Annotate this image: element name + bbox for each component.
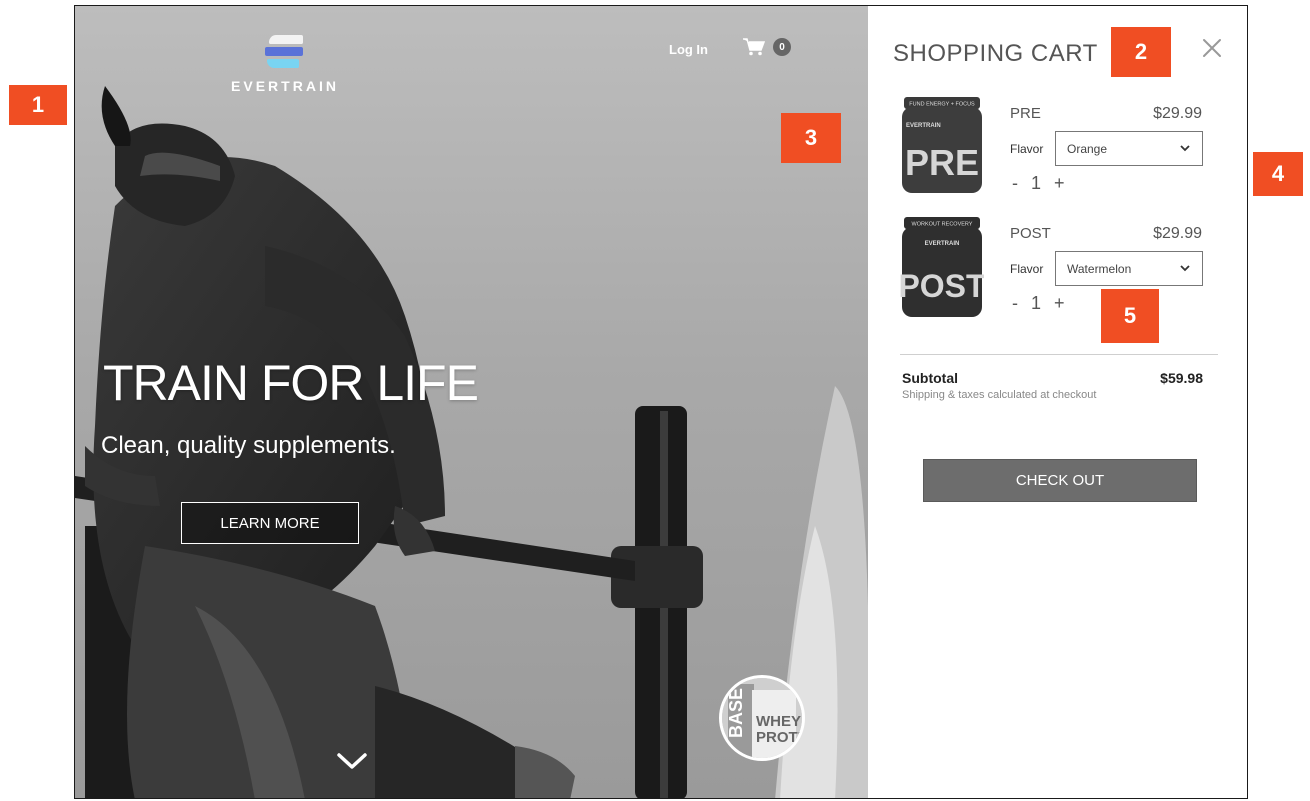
cart-divider (900, 354, 1218, 355)
callout-4: 4 (1253, 152, 1303, 196)
item-name: PRE (1010, 105, 1041, 122)
hero-title: TRAIN FOR LIFE (103, 355, 479, 411)
post-jar-brand: EVERTRAIN (925, 241, 960, 247)
learn-more-button[interactable]: LEARN MORE (181, 502, 359, 544)
app-frame: EVERTRAIN Log In 0 TRAIN FOR LIFE Clean,… (74, 5, 1248, 799)
flavor-select-value: Orange (1067, 141, 1108, 156)
hero-subtitle: Clean, quality supplements. (101, 432, 396, 459)
promo-line3: PROTE (756, 729, 802, 746)
promo-product-badge[interactable]: BASE WHEY PROTE (719, 675, 805, 761)
promo-line2: WHEY (756, 713, 801, 730)
flavor-select[interactable]: Orange (1055, 131, 1203, 166)
quantity-stepper: - 1 + (1012, 293, 1065, 314)
post-jar-top-label: WORKOUT RECOVERY (912, 222, 973, 228)
cart-item-pre: FUND ENERGY + FOCUS EVERTRAIN PRE PRE $2… (868, 97, 1247, 207)
pre-jar-brand: EVERTRAIN (906, 123, 941, 129)
pre-jar-top-label: FUND ENERGY + FOCUS (909, 102, 975, 108)
item-price: $29.99 (1153, 225, 1202, 242)
shipping-note: Shipping & taxes calculated at checkout (902, 389, 1097, 401)
promo-line1: BASE (726, 688, 746, 738)
item-price: $29.99 (1153, 105, 1202, 122)
chevron-down-icon (1180, 265, 1190, 272)
increase-qty-button[interactable]: + (1054, 173, 1065, 194)
brand-name: EVERTRAIN (231, 78, 339, 94)
close-cart-icon[interactable] (1202, 38, 1222, 58)
quantity-stepper: - 1 + (1012, 173, 1065, 194)
pre-jar-image: FUND ENERGY + FOCUS EVERTRAIN PRE (902, 97, 982, 193)
flavor-label: Flavor (1010, 262, 1044, 276)
subtotal-value: $59.98 (1160, 370, 1203, 386)
flavor-select[interactable]: Watermelon (1055, 251, 1203, 286)
cart-title: SHOPPING CART (893, 40, 1098, 67)
callout-2: 2 (1111, 27, 1171, 77)
decrease-qty-button[interactable]: - (1012, 293, 1018, 314)
scroll-down-chevron-icon[interactable] (337, 752, 367, 770)
decrease-qty-button[interactable]: - (1012, 173, 1018, 194)
subtotal-label: Subtotal (902, 370, 958, 386)
chevron-down-icon (1180, 145, 1190, 152)
callout-3: 3 (781, 113, 841, 163)
whey-protein-thumbnail-icon: BASE WHEY PROTE (722, 678, 802, 758)
brand-logo[interactable]: EVERTRAIN (223, 34, 347, 94)
flavor-label: Flavor (1010, 142, 1044, 156)
cart-count-badge: 0 (773, 38, 791, 56)
callout-1: 1 (9, 85, 67, 125)
callout-5: 5 (1101, 289, 1159, 343)
item-name: POST (1010, 225, 1051, 242)
login-link[interactable]: Log In (669, 42, 708, 57)
cart-button[interactable]: 0 (743, 38, 791, 56)
quantity-value: 1 (1031, 293, 1042, 313)
flavor-select-value: Watermelon (1067, 261, 1132, 276)
brand-mark-icon (261, 34, 309, 70)
hero-section: EVERTRAIN Log In 0 TRAIN FOR LIFE Clean,… (75, 6, 868, 798)
post-jar-label: POST (900, 268, 984, 304)
pre-jar-label: PRE (905, 142, 979, 183)
checkout-button[interactable]: CHECK OUT (923, 459, 1197, 502)
increase-qty-button[interactable]: + (1054, 293, 1065, 314)
quantity-value: 1 (1031, 173, 1042, 193)
post-jar-image: WORKOUT RECOVERY EVERTRAIN POST (900, 217, 984, 317)
cart-item-post: WORKOUT RECOVERY EVERTRAIN POST POST $29… (868, 217, 1247, 327)
shopping-cart-panel: SHOPPING CART FUND ENERGY + FOCUS EVERTR… (868, 6, 1247, 798)
cart-icon (743, 38, 765, 56)
